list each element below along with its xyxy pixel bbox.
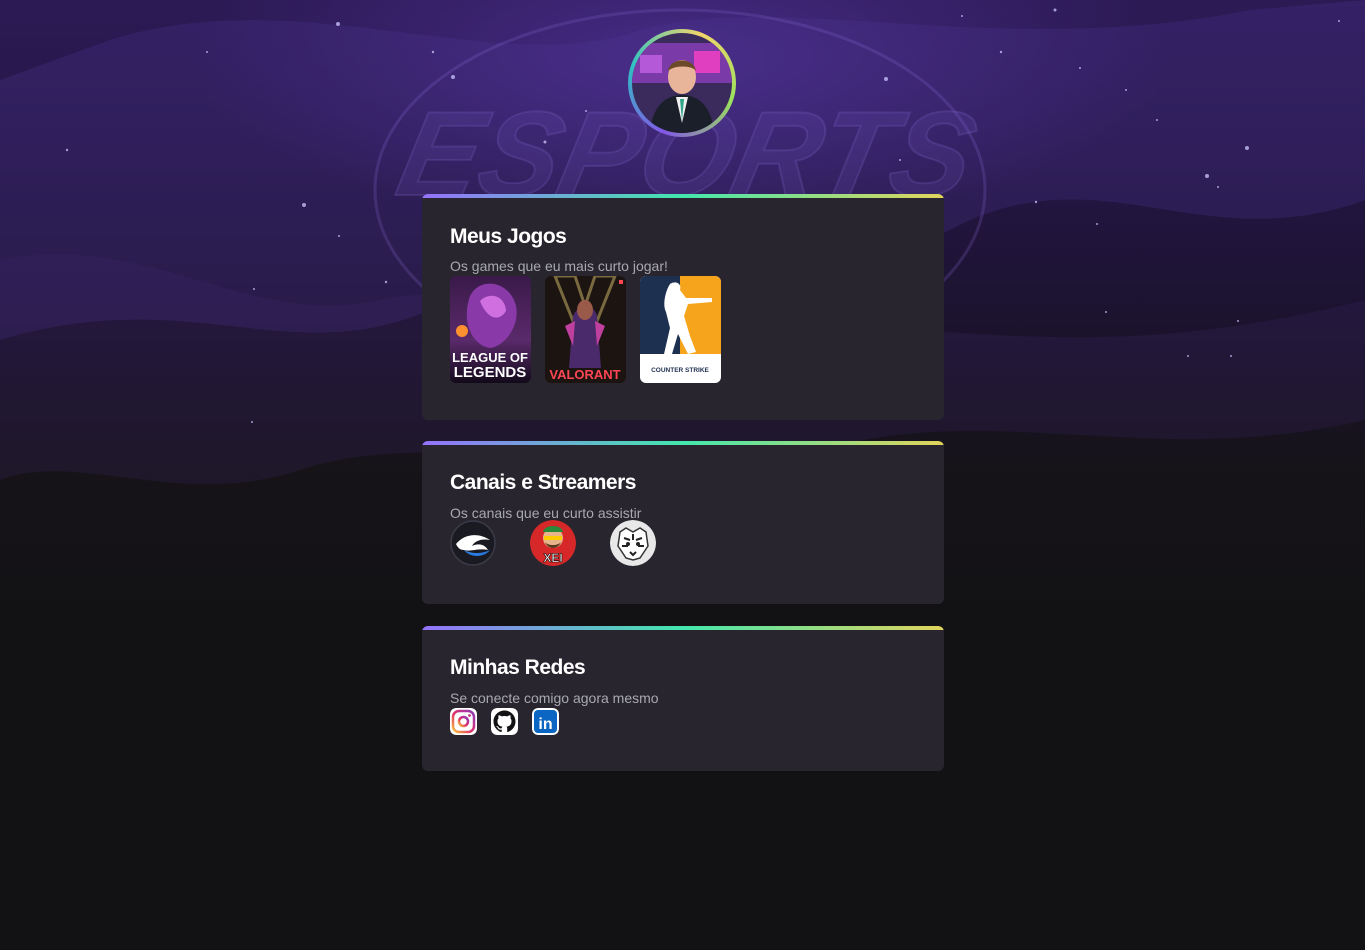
channels-card: Canais e Streamers Os canais que eu curt… [422,441,944,604]
game-counter-strike[interactable]: COUNTER STRIKE [640,276,721,383]
instagram-icon[interactable] [450,708,477,735]
channels-subtitle: Os canais que eu curto assistir [450,505,642,521]
socials-card: Minhas Redes Se conecte comigo agora mes… [422,626,944,771]
profile-avatar-ring [628,29,736,137]
games-title: Meus Jogos [450,225,567,248]
socials-list: in [450,708,559,735]
channel-wings-avatar[interactable] [450,520,496,566]
channel-xei-avatar[interactable]: XEI [530,520,576,566]
svg-text:XEI: XEI [543,551,562,565]
svg-text:LEGENDS: LEGENDS [454,364,527,381]
channels-list: XEI [450,520,656,566]
games-card: Meus Jogos Os games que eu mais curto jo… [422,194,944,420]
channel-tiger-avatar[interactable] [610,520,656,566]
svg-text:VALORANT: VALORANT [549,367,620,382]
profile-avatar [632,33,732,133]
socials-subtitle: Se conecte comigo agora mesmo [450,690,659,706]
channels-title: Canais e Streamers [450,471,636,494]
socials-title: Minhas Redes [450,656,586,679]
svg-text:in: in [538,716,552,733]
game-valorant[interactable]: VALORANT [545,276,626,383]
games-list: LEAGUE OF LEGENDS VALORANT COUNTER STRIK… [450,276,721,383]
games-subtitle: Os games que eu mais curto jogar! [450,258,668,274]
linkedin-icon[interactable]: in [532,708,559,735]
svg-text:LEAGUE OF: LEAGUE OF [452,350,528,365]
svg-text:COUNTER STRIKE: COUNTER STRIKE [651,367,709,374]
game-league-of-legends[interactable]: LEAGUE OF LEGENDS [450,276,531,383]
github-icon[interactable] [491,708,518,735]
